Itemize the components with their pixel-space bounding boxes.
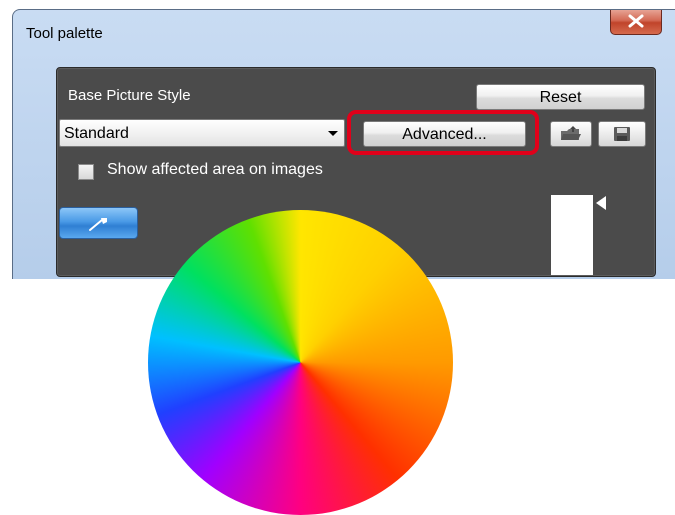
- base-picture-style-label: Base Picture Style: [68, 87, 191, 104]
- close-button[interactable]: [610, 10, 662, 35]
- show-affected-area-checkbox[interactable]: [78, 164, 94, 180]
- highlight-annotation: [347, 110, 539, 155]
- luminance-slider[interactable]: [551, 195, 593, 275]
- reset-button[interactable]: Reset: [476, 84, 645, 110]
- color-wheel[interactable]: [148, 210, 453, 515]
- close-icon: [628, 14, 644, 28]
- save-style-button[interactable]: [598, 121, 646, 147]
- slider-handle[interactable]: [596, 196, 606, 210]
- window-title: Tool palette: [26, 25, 103, 42]
- load-style-button[interactable]: [550, 121, 592, 147]
- folder-load-icon: [561, 126, 581, 140]
- floppy-save-icon: [614, 127, 630, 141]
- eyedropper-icon: [89, 218, 107, 231]
- picture-style-select[interactable]: Standard: [59, 119, 345, 147]
- title-bar[interactable]: Tool palette: [13, 10, 675, 58]
- eyedropper-button[interactable]: [59, 207, 138, 239]
- picture-style-value: Standard: [64, 125, 129, 142]
- chevron-down-icon: [328, 131, 338, 136]
- show-affected-area-label: Show affected area on images: [107, 161, 323, 178]
